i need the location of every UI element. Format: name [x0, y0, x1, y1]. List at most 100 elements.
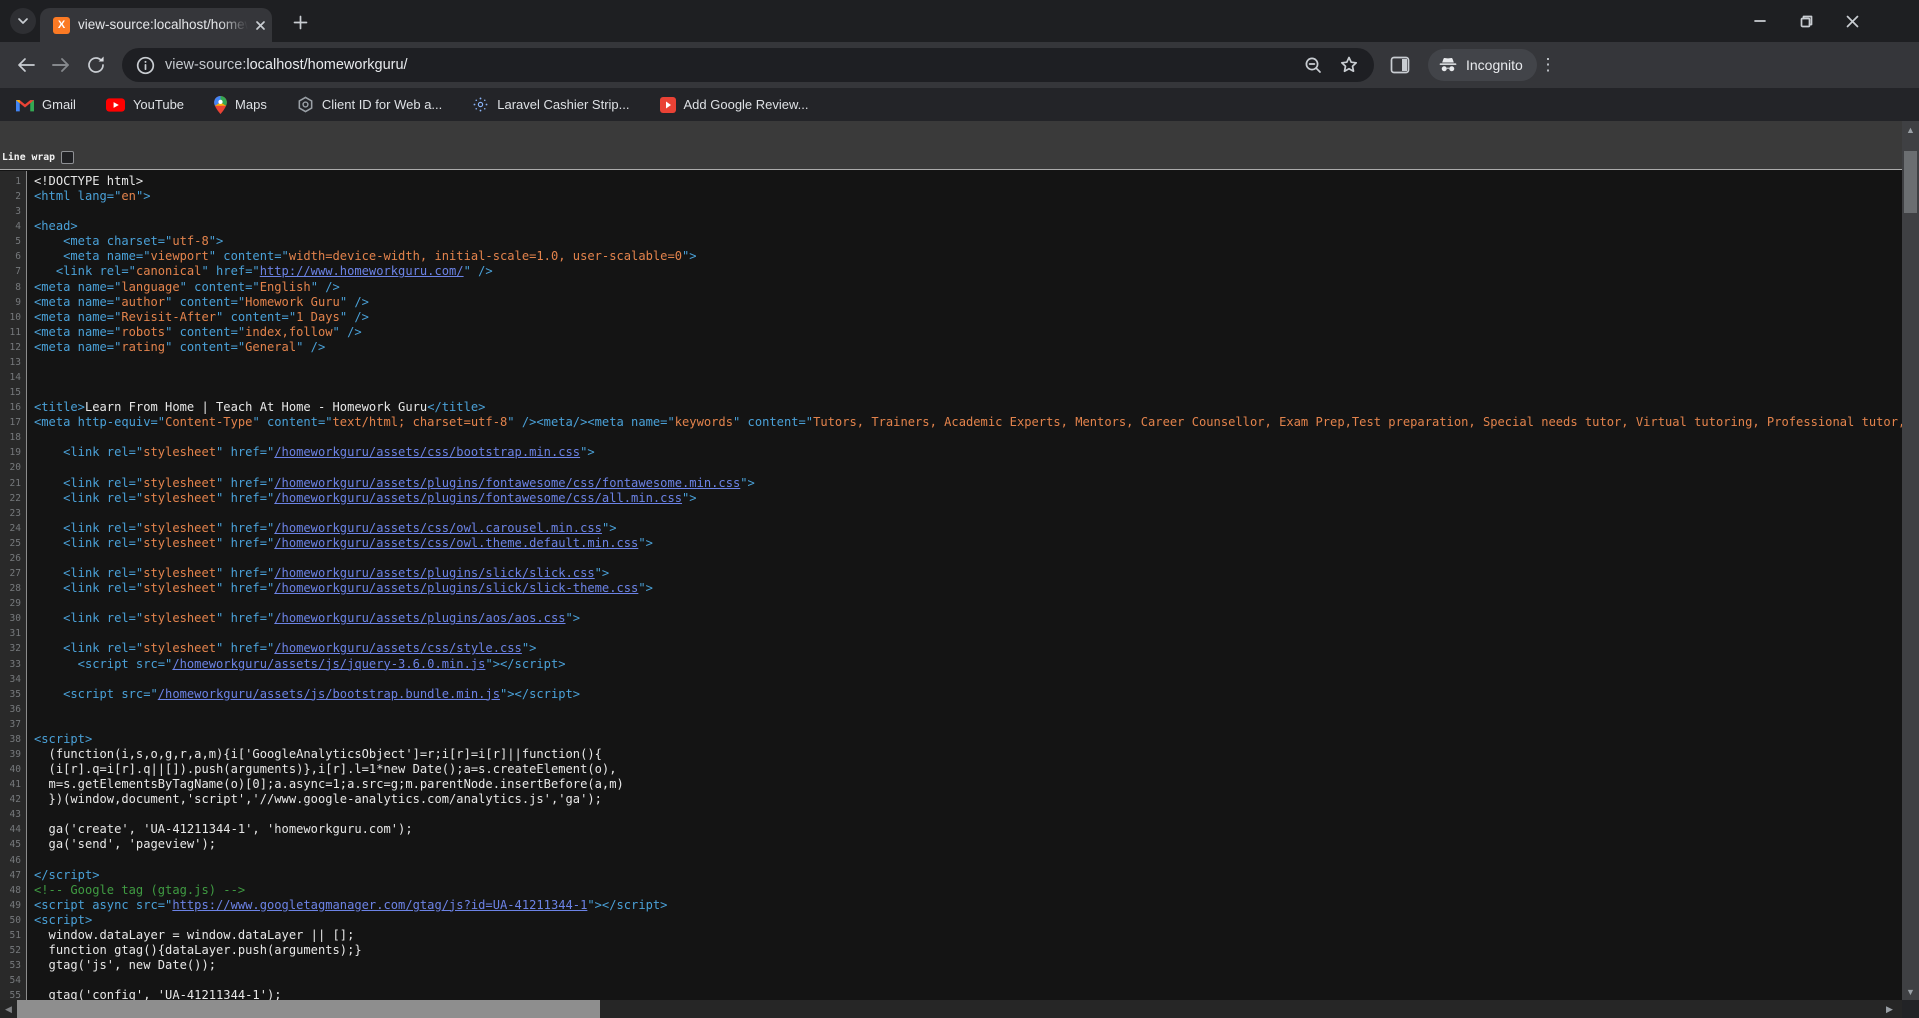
line-number: 42 — [0, 792, 27, 807]
scroll-down-arrow[interactable]: ▼ — [1902, 983, 1919, 1000]
code-line: 3 — [0, 204, 1902, 219]
code-token: })(window,document,'script','//www.googl… — [34, 792, 602, 806]
close-window-button[interactable] — [1829, 0, 1875, 42]
reload-button[interactable] — [84, 53, 108, 77]
restore-button[interactable] — [1783, 0, 1829, 42]
tab-search-button[interactable] — [10, 8, 36, 34]
source-link[interactable]: /homeworkguru/assets/plugins/fontawesome… — [274, 491, 682, 505]
active-tab[interactable]: X view-source:localhost/homewor — [40, 8, 272, 42]
code-token: "> — [638, 536, 653, 550]
address-bar[interactable]: view-source:localhost/homeworkguru/ — [122, 48, 1374, 82]
line-number: 21 — [0, 476, 27, 491]
scroll-up-arrow[interactable]: ▲ — [1902, 121, 1919, 138]
vertical-scrollbar[interactable]: ▲ ▼ — [1902, 121, 1919, 1000]
code-line: 4<head> — [0, 219, 1902, 234]
spark-icon — [472, 96, 489, 113]
menu-dots-button[interactable]: ⋮ — [1538, 53, 1558, 77]
line-content: m=s.getElementsByTagName(o)[0];a.async=1… — [27, 777, 624, 792]
code-token: <link rel=" — [34, 611, 143, 625]
code-token: </script> — [34, 868, 100, 882]
source-link[interactable]: /homeworkguru/assets/js/jquery-3.6.0.min… — [172, 657, 485, 671]
source-link[interactable]: http://www.homeworkguru.com/ — [260, 264, 464, 278]
code-token: " href=" — [216, 445, 274, 459]
new-tab-button[interactable] — [288, 10, 312, 34]
source-link[interactable]: /homeworkguru/assets/css/owl.carousel.mi… — [274, 521, 602, 535]
horizontal-scrollbar[interactable]: ◀ ▶ — [0, 1000, 1902, 1018]
forward-button[interactable] — [49, 53, 73, 77]
bookmark-item-laravel-cashier[interactable]: Laravel Cashier Strip... — [472, 96, 629, 113]
source-link[interactable]: https://www.googletagmanager.com/gtag/js… — [172, 898, 587, 912]
code-line: 35 <script src="/homeworkguru/assets/js/… — [0, 687, 1902, 702]
code-line: 27 <link rel="stylesheet" href="/homewor… — [0, 566, 1902, 581]
source-code-area: 1<!DOCTYPE html>2<html lang="en">34<head… — [0, 171, 1902, 1000]
bookmark-item-maps[interactable]: Maps — [214, 96, 267, 114]
line-wrap-checkbox[interactable] — [61, 151, 74, 164]
incognito-badge[interactable]: Incognito — [1428, 49, 1537, 81]
code-token: <link rel=" — [34, 445, 143, 459]
line-content — [27, 973, 34, 988]
zoom-out-icon[interactable] — [1303, 55, 1323, 75]
source-link[interactable]: /homeworkguru/assets/plugins/slick/slick… — [274, 581, 638, 595]
code-token: <link rel=" — [34, 641, 143, 655]
code-token: stylesheet — [143, 611, 216, 625]
line-number: 13 — [0, 355, 27, 370]
line-content: <link rel="canonical" href="http://www.h… — [27, 264, 493, 279]
code-token: Content-Type — [165, 415, 252, 429]
bookmark-label: Add Google Review... — [684, 97, 809, 112]
code-token: stylesheet — [143, 536, 216, 550]
line-number: 14 — [0, 370, 27, 385]
scroll-left-arrow[interactable]: ◀ — [0, 1000, 17, 1018]
scroll-right-arrow[interactable]: ▶ — [1881, 1000, 1898, 1018]
line-content: <link rel="stylesheet" href="/homeworkgu… — [27, 536, 653, 551]
code-token: "> — [638, 581, 653, 595]
code-line: 34 — [0, 672, 1902, 687]
line-number: 50 — [0, 913, 27, 928]
source-link[interactable]: /homeworkguru/assets/js/bootstrap.bundle… — [158, 687, 500, 701]
back-button[interactable] — [14, 53, 38, 77]
code-token: " /><meta/><meta name=" — [507, 415, 674, 429]
bookmark-item-client-id[interactable]: Client ID for Web a... — [297, 96, 442, 113]
info-icon[interactable] — [136, 56, 155, 75]
code-line: 2<html lang="en"> — [0, 189, 1902, 204]
code-token: <script> — [34, 732, 92, 746]
code-line: 21 <link rel="stylesheet" href="/homewor… — [0, 476, 1902, 491]
code-token: canonical — [136, 264, 202, 278]
code-line: 52 function gtag(){dataLayer.push(argume… — [0, 943, 1902, 958]
source-link[interactable]: /homeworkguru/assets/css/style.css — [274, 641, 522, 655]
bookmark-star-icon[interactable] — [1339, 55, 1359, 75]
source-link[interactable]: /homeworkguru/assets/plugins/aos/aos.css — [274, 611, 565, 625]
code-token: "></script> — [587, 898, 667, 912]
side-panel-icon[interactable] — [1389, 54, 1411, 76]
source-lines: 1<!DOCTYPE html>2<html lang="en">34<head… — [0, 174, 1902, 1000]
line-content: <link rel="stylesheet" href="/homeworkgu… — [27, 445, 595, 460]
source-link[interactable]: /homeworkguru/assets/css/bootstrap.min.c… — [274, 445, 580, 459]
horizontal-scrollbar-thumb[interactable] — [17, 1000, 600, 1018]
bookmark-item-youtube[interactable]: YouTube — [106, 97, 184, 112]
source-link[interactable]: /homeworkguru/assets/css/owl.theme.defau… — [274, 536, 638, 550]
forward-arrow-icon — [50, 54, 72, 76]
line-content: <meta name="rating" content="General" /> — [27, 340, 325, 355]
code-line: 45 ga('send', 'pageview'); — [0, 837, 1902, 852]
bookmark-label: Client ID for Web a... — [322, 97, 442, 112]
line-number: 41 — [0, 777, 27, 792]
browser-window: X view-source:localhost/homewor — [0, 0, 1919, 1018]
url-host: localhost/homeworkguru/ — [246, 57, 407, 73]
code-token: (function(i,s,o,g,r,a,m){i['GoogleAnalyt… — [34, 747, 602, 761]
line-content — [27, 355, 34, 370]
bookmark-item-add-google-review[interactable]: Add Google Review... — [660, 97, 809, 113]
source-link[interactable]: /homeworkguru/assets/plugins/fontawesome… — [274, 476, 740, 490]
code-line: 15 — [0, 385, 1902, 400]
line-number: 15 — [0, 385, 27, 400]
tab-close-button[interactable] — [252, 17, 269, 34]
line-content: window.dataLayer = window.dataLayer || [… — [27, 928, 354, 943]
minimize-button[interactable] — [1737, 0, 1783, 42]
code-line: 13 — [0, 355, 1902, 370]
code-line: 28 <link rel="stylesheet" href="/homewor… — [0, 581, 1902, 596]
code-token: " href=" — [216, 521, 274, 535]
url-text[interactable]: view-source:localhost/homeworkguru/ — [165, 57, 408, 73]
vertical-scrollbar-thumb[interactable] — [1904, 151, 1917, 213]
source-link[interactable]: /homeworkguru/assets/plugins/slick/slick… — [274, 566, 594, 580]
code-line: 47</script> — [0, 868, 1902, 883]
code-line: 22 <link rel="stylesheet" href="/homewor… — [0, 491, 1902, 506]
bookmark-item-gmail[interactable]: Gmail — [16, 97, 76, 112]
